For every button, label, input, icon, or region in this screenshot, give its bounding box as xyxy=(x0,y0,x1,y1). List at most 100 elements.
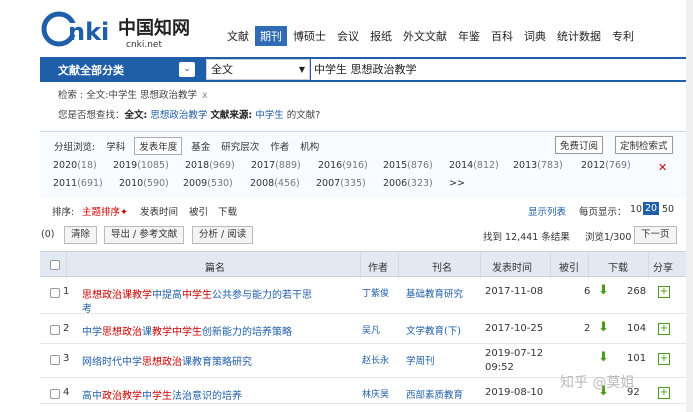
header-source[interactable]: 刊名 xyxy=(432,259,452,274)
header-author[interactable]: 作者 xyxy=(368,259,388,274)
row-number: 1 xyxy=(63,286,70,297)
grouping-tab-1[interactable]: 发表年度 xyxy=(134,137,183,155)
share-plus-icon[interactable]: + xyxy=(658,323,670,335)
grouping-tab-2[interactable]: 基金 xyxy=(189,138,212,154)
search-input[interactable]: 中学生 思想政治教学 xyxy=(311,59,693,80)
breadcrumb-close-icon[interactable]: x xyxy=(202,90,208,101)
per-page-10[interactable]: 10 xyxy=(630,204,642,215)
nav-item-7[interactable]: 百科 xyxy=(486,26,518,46)
year-filter-2008[interactable]: 2008(456) xyxy=(250,178,300,189)
category-label[interactable]: 文献全部分类 xyxy=(58,62,124,78)
row-checkbox[interactable] xyxy=(50,355,60,365)
share-plus-icon[interactable]: + xyxy=(658,286,670,298)
sort-option-downloads[interactable]: 下载 xyxy=(218,204,237,218)
row-checkbox[interactable] xyxy=(50,325,60,335)
sort-option-cited[interactable]: 被引 xyxy=(189,204,208,218)
row-checkbox[interactable] xyxy=(50,389,60,399)
select-all-checkbox[interactable] xyxy=(50,260,60,270)
year-filter-2018[interactable]: 2018(969) xyxy=(185,160,235,171)
category-dropdown-icon[interactable]: ⌄ xyxy=(179,62,195,77)
per-page-50[interactable]: 50 xyxy=(662,204,674,215)
analyze-button[interactable]: 分析 / 阅读 xyxy=(192,226,254,244)
title-text[interactable]: 思想政治课教学中提高中学生公共参与能力的若干思 xyxy=(82,290,312,301)
year-filter-2006[interactable]: 2006(323) xyxy=(383,178,433,189)
nav-item-0[interactable]: 文献 xyxy=(222,26,254,46)
header-cited[interactable]: 被引 xyxy=(559,259,579,274)
display-list-link[interactable]: 显示列表 xyxy=(528,204,566,218)
year-filter-2011[interactable]: 2011(691) xyxy=(53,178,103,189)
row-cited[interactable]: 6 xyxy=(584,286,590,297)
nav-item-10[interactable]: 专利 xyxy=(607,26,639,46)
year-filter-2015[interactable]: 2015(876) xyxy=(383,160,433,171)
year-filter-2013[interactable]: 2013(783) xyxy=(513,160,563,171)
custom-query-button[interactable]: 定制检索式 xyxy=(615,136,673,154)
year-filter-2014[interactable]: 2014(812) xyxy=(449,160,499,171)
grouping-tab-0[interactable]: 学科 xyxy=(104,138,127,154)
main-nav: 文献 期刊 博硕士 会议 报纸 外文文献 年鉴 百科 词典 统计数据 专利 xyxy=(222,26,640,46)
row-checkbox[interactable] xyxy=(50,288,60,298)
title-text[interactable]: 网络时代中学思想政治课教育策略研究 xyxy=(82,357,252,368)
year-more-link[interactable]: >> xyxy=(449,178,465,189)
grouping-tab-3[interactable]: 研究层次 xyxy=(219,138,261,154)
year-filter-2017[interactable]: 2017(889) xyxy=(251,160,301,171)
year-filter-2009[interactable]: 2009(530) xyxy=(183,178,233,189)
suggest-link-1[interactable]: 思想政治教学 xyxy=(150,110,207,121)
year-filter-2007[interactable]: 2007(335) xyxy=(316,178,366,189)
per-page-20[interactable]: 20 xyxy=(643,202,660,215)
row-source[interactable]: 基础教育研究 xyxy=(406,286,463,300)
row-author[interactable]: 丁紫俊 xyxy=(362,286,389,299)
row-author[interactable]: 林庆昊 xyxy=(362,387,389,400)
nav-item-6[interactable]: 年鉴 xyxy=(453,26,485,46)
row-title-line2[interactable]: 考 xyxy=(82,300,92,315)
next-page-button[interactable]: 下一页 xyxy=(634,226,677,244)
row-author[interactable]: 吴凡 xyxy=(362,323,380,336)
share-plus-icon[interactable]: + xyxy=(658,353,670,365)
export-button[interactable]: 导出 / 参考文献 xyxy=(104,226,185,244)
row-source[interactable]: 西部素质教育 xyxy=(406,387,463,401)
row-author[interactable]: 赵长永 xyxy=(362,353,389,366)
year-count: (889) xyxy=(275,160,301,171)
row-source[interactable]: 文学教育(下) xyxy=(406,323,461,337)
title-text[interactable]: 中学思想政治课教学中学生创新能力的培养策略 xyxy=(82,327,292,338)
clear-button[interactable]: 清除 xyxy=(64,226,98,244)
cnki-logo[interactable]: nki 中国知网 cnki.net xyxy=(40,10,212,50)
row-cited[interactable]: 2 xyxy=(584,323,590,334)
year-filter-2020[interactable]: 2020(18) xyxy=(53,160,97,171)
header-downloads[interactable]: 下载 xyxy=(608,259,628,274)
grouping-tab-4[interactable]: 作者 xyxy=(268,138,291,154)
row-title-link[interactable]: 网络时代中学思想政治课教育策略研究 xyxy=(82,353,252,368)
download-icon[interactable]: ⬇ xyxy=(598,283,609,298)
year-filter-2016[interactable]: 2016(916) xyxy=(318,160,368,171)
share-plus-icon[interactable]: + xyxy=(658,387,670,399)
grouping-tab-5[interactable]: 机构 xyxy=(298,138,321,154)
selected-count: (0) xyxy=(41,229,55,240)
nav-item-4[interactable]: 报纸 xyxy=(365,26,397,46)
suggest-link-2[interactable]: 中学生 xyxy=(255,110,284,121)
search-field-select[interactable]: 全文 ▼ xyxy=(206,59,310,80)
nav-item-3[interactable]: 会议 xyxy=(332,26,364,46)
sort-label: 排序: xyxy=(52,207,75,218)
year-filter-2019[interactable]: 2019(1085) xyxy=(113,160,169,171)
sort-option-date[interactable]: 发表时间 xyxy=(140,204,178,218)
close-icon[interactable]: ✕ xyxy=(658,161,667,174)
row-title-link[interactable]: 高中政治教学中学生法治意识的培养 xyxy=(82,387,242,402)
row-source[interactable]: 学周刊 xyxy=(406,353,435,367)
row-title-link[interactable]: 思想政治课教学中提高中学生公共参与能力的若干思 xyxy=(82,286,312,301)
year-filter-2012[interactable]: 2012(769) xyxy=(581,160,631,171)
row-title-link[interactable]: 中学思想政治课教学中学生创新能力的培养策略 xyxy=(82,323,292,338)
sort-option-topic[interactable]: 主题排序✦ xyxy=(82,204,128,218)
scrollbar[interactable] xyxy=(686,0,693,412)
header-title[interactable]: 篇名 xyxy=(205,259,225,274)
nav-item-5[interactable]: 外文文献 xyxy=(398,26,452,46)
free-subscribe-button[interactable]: 免费订阅 xyxy=(555,136,604,154)
nav-item-1[interactable]: 期刊 xyxy=(255,26,287,46)
title-text[interactable]: 高中政治教学中学生法治意识的培养 xyxy=(82,391,242,402)
year-filter-2010[interactable]: 2010(590) xyxy=(119,178,169,189)
nav-item-8[interactable]: 词典 xyxy=(519,26,551,46)
download-icon[interactable]: ⬇ xyxy=(598,350,609,365)
nav-item-2[interactable]: 博硕士 xyxy=(288,26,331,46)
download-icon[interactable]: ⬇ xyxy=(598,320,609,335)
nav-item-9[interactable]: 统计数据 xyxy=(552,26,606,46)
header-date[interactable]: 发表时间 xyxy=(492,259,532,274)
title-segment: 课教育策略研究 xyxy=(182,357,252,368)
